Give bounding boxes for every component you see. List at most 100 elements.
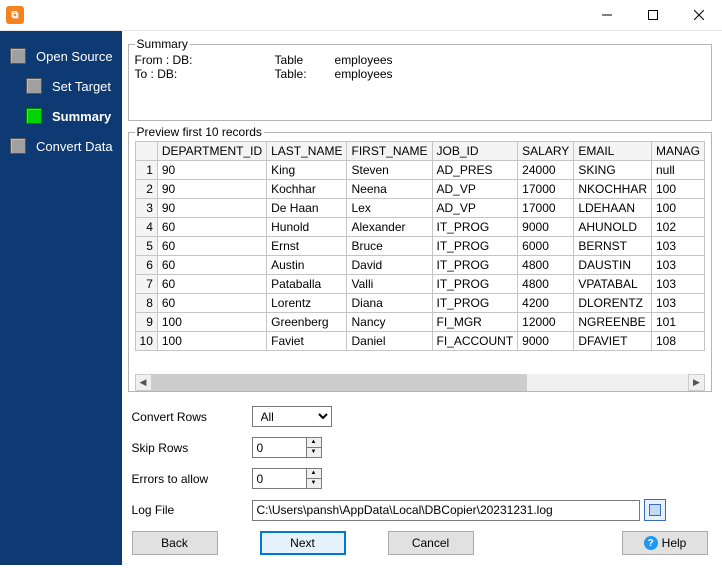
cell[interactable]: 9000 <box>518 218 574 237</box>
col-header[interactable]: SALARY <box>518 142 574 161</box>
errors-input[interactable] <box>252 468 306 489</box>
browse-logfile-button[interactable] <box>644 499 666 521</box>
cell[interactable]: VPATABAL <box>574 275 652 294</box>
scroll-thumb[interactable] <box>152 374 528 391</box>
cell[interactable]: AHUNOLD <box>574 218 652 237</box>
col-header[interactable]: DEPARTMENT_ID <box>157 142 266 161</box>
cell[interactable]: 24000 <box>518 161 574 180</box>
cell[interactable]: 100 <box>651 180 704 199</box>
skip-rows-input[interactable] <box>252 437 306 458</box>
cell[interactable]: Austin <box>267 256 347 275</box>
cell[interactable]: Lex <box>347 199 432 218</box>
cell[interactable]: Alexander <box>347 218 432 237</box>
cell[interactable]: Neena <box>347 180 432 199</box>
cell[interactable]: NGREENBE <box>574 313 652 332</box>
table-row[interactable]: 560ErnstBruceIT_PROG6000BERNST103 <box>136 237 705 256</box>
convert-rows-select[interactable]: All <box>252 406 332 427</box>
cell[interactable]: Valli <box>347 275 432 294</box>
scroll-right-arrow-icon[interactable]: ▶ <box>688 374 705 391</box>
cell[interactable]: IT_PROG <box>432 237 518 256</box>
cell[interactable]: 17000 <box>518 180 574 199</box>
close-button[interactable] <box>676 0 722 30</box>
cell[interactable]: LDEHAAN <box>574 199 652 218</box>
cell[interactable]: De Haan <box>267 199 347 218</box>
cell[interactable]: Greenberg <box>267 313 347 332</box>
cell[interactable]: Steven <box>347 161 432 180</box>
table-row[interactable]: 660AustinDavidIT_PROG4800DAUSTIN103 <box>136 256 705 275</box>
skip-rows-spinner[interactable]: ▲▼ <box>252 437 322 458</box>
cell[interactable]: Daniel <box>347 332 432 351</box>
cell[interactable]: null <box>651 161 704 180</box>
cell[interactable]: DFAVIET <box>574 332 652 351</box>
cell[interactable]: 103 <box>651 237 704 256</box>
cell[interactable]: FI_MGR <box>432 313 518 332</box>
col-header[interactable]: MANAG <box>651 142 704 161</box>
cell[interactable]: AD_PRES <box>432 161 518 180</box>
logfile-input[interactable] <box>252 500 640 521</box>
cell[interactable]: David <box>347 256 432 275</box>
cell[interactable]: 101 <box>651 313 704 332</box>
spin-down-icon[interactable]: ▼ <box>306 447 322 458</box>
cell[interactable]: Faviet <box>267 332 347 351</box>
cell[interactable]: 4200 <box>518 294 574 313</box>
cell[interactable]: 60 <box>157 275 266 294</box>
cell[interactable]: Kochhar <box>267 180 347 199</box>
cell[interactable]: IT_PROG <box>432 275 518 294</box>
cell[interactable]: Ernst <box>267 237 347 256</box>
cancel-button[interactable]: Cancel <box>388 531 474 555</box>
cell[interactable]: 90 <box>157 199 266 218</box>
cell[interactable]: Lorentz <box>267 294 347 313</box>
cell[interactable]: 90 <box>157 161 266 180</box>
cell[interactable]: AD_VP <box>432 180 518 199</box>
cell[interactable]: 103 <box>651 294 704 313</box>
cell[interactable]: IT_PROG <box>432 218 518 237</box>
cell[interactable]: DLORENTZ <box>574 294 652 313</box>
next-button[interactable]: Next <box>260 531 346 555</box>
scroll-left-arrow-icon[interactable]: ◀ <box>135 374 152 391</box>
spin-down-icon[interactable]: ▼ <box>306 478 322 489</box>
back-button[interactable]: Back <box>132 531 218 555</box>
cell[interactable]: 12000 <box>518 313 574 332</box>
cell[interactable]: 9000 <box>518 332 574 351</box>
cell[interactable]: IT_PROG <box>432 294 518 313</box>
scroll-track[interactable] <box>152 374 688 391</box>
step-open-source[interactable]: Open Source <box>0 41 122 71</box>
cell[interactable]: 90 <box>157 180 266 199</box>
table-row[interactable]: 9100GreenbergNancyFI_MGR12000NGREENBE101 <box>136 313 705 332</box>
cell[interactable]: 103 <box>651 275 704 294</box>
cell[interactable]: Nancy <box>347 313 432 332</box>
cell[interactable]: 60 <box>157 218 266 237</box>
table-row[interactable]: 190KingStevenAD_PRES24000SKINGnull <box>136 161 705 180</box>
cell[interactable]: AD_VP <box>432 199 518 218</box>
cell[interactable]: 60 <box>157 294 266 313</box>
cell[interactable]: Diana <box>347 294 432 313</box>
cell[interactable]: 100 <box>157 313 266 332</box>
cell[interactable]: 60 <box>157 237 266 256</box>
cell[interactable]: 4800 <box>518 256 574 275</box>
cell[interactable]: 103 <box>651 256 704 275</box>
col-header[interactable]: JOB_ID <box>432 142 518 161</box>
cell[interactable]: 102 <box>651 218 704 237</box>
horizontal-scrollbar[interactable]: ◀ ▶ <box>135 373 705 391</box>
table-row[interactable]: 460HunoldAlexanderIT_PROG9000AHUNOLD102 <box>136 218 705 237</box>
spin-up-icon[interactable]: ▲ <box>306 437 322 447</box>
cell[interactable]: FI_ACCOUNT <box>432 332 518 351</box>
cell[interactable]: 6000 <box>518 237 574 256</box>
cell[interactable]: Bruce <box>347 237 432 256</box>
cell[interactable]: DAUSTIN <box>574 256 652 275</box>
step-summary[interactable]: Summary <box>0 101 122 131</box>
cell[interactable]: 100 <box>651 199 704 218</box>
cell[interactable]: 4800 <box>518 275 574 294</box>
maximize-button[interactable] <box>630 0 676 30</box>
step-set-target[interactable]: Set Target <box>0 71 122 101</box>
cell[interactable]: BERNST <box>574 237 652 256</box>
cell[interactable]: 108 <box>651 332 704 351</box>
col-header[interactable]: LAST_NAME <box>267 142 347 161</box>
help-button[interactable]: ? Help <box>622 531 708 555</box>
table-row[interactable]: 760PataballaValliIT_PROG4800VPATABAL103 <box>136 275 705 294</box>
table-row[interactable]: 10100FavietDanielFI_ACCOUNT9000DFAVIET10… <box>136 332 705 351</box>
errors-spinner[interactable]: ▲▼ <box>252 468 322 489</box>
minimize-button[interactable] <box>584 0 630 30</box>
spin-up-icon[interactable]: ▲ <box>306 468 322 478</box>
cell[interactable]: 17000 <box>518 199 574 218</box>
